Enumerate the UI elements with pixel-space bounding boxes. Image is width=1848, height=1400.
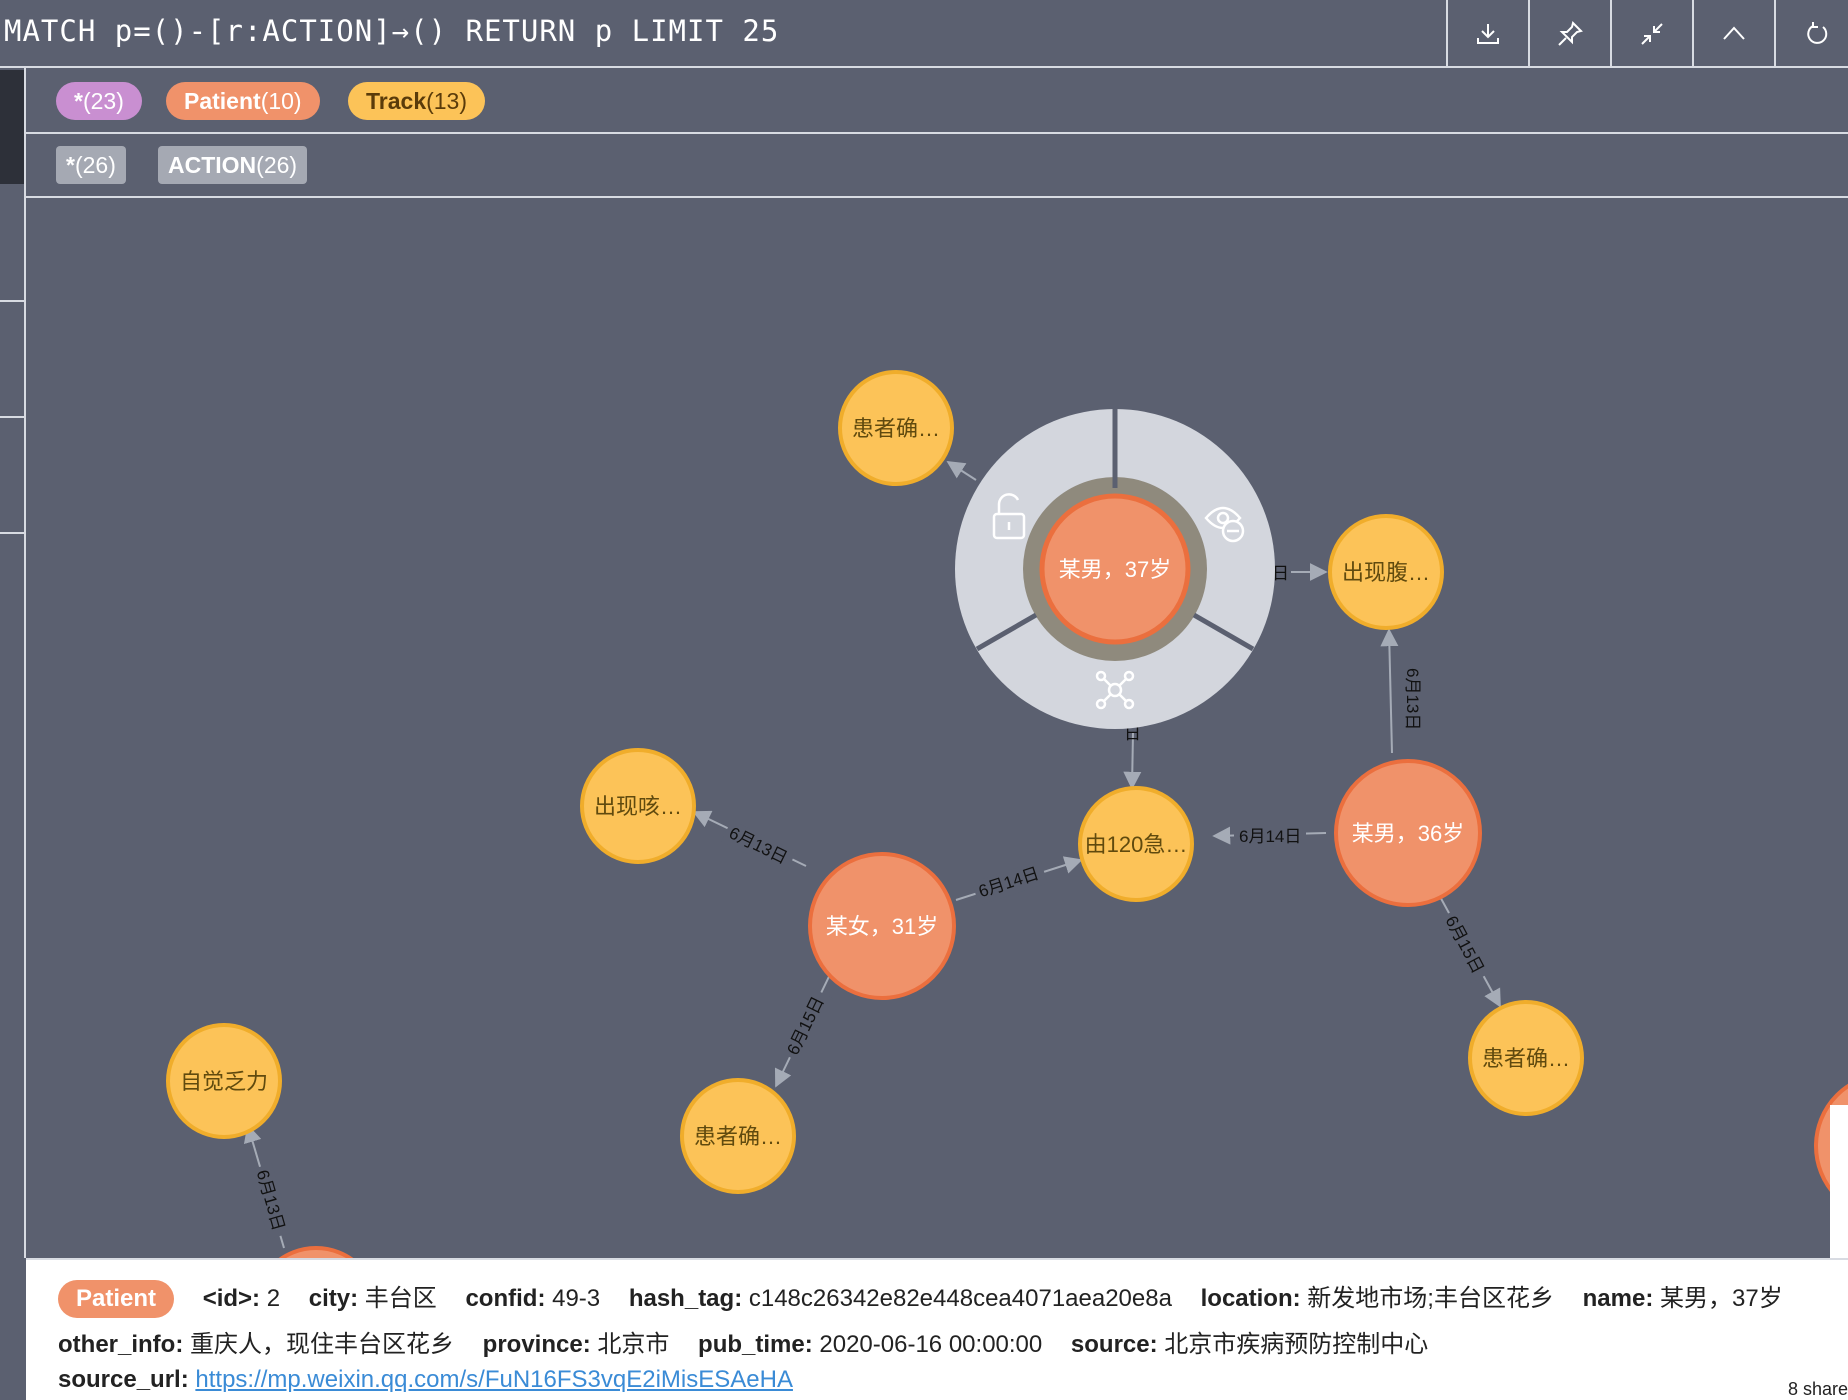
query-bar: MATCH p=()-[r:ACTION]→() RETURN p LIMIT … bbox=[0, 0, 1848, 68]
scroll-thumb[interactable] bbox=[1830, 1105, 1848, 1258]
svg-text:某男，36岁: 某男，36岁 bbox=[1352, 821, 1464, 846]
svg-text:患者确…: 患者确… bbox=[694, 1124, 782, 1149]
collapse-button[interactable] bbox=[1610, 0, 1692, 68]
graph-svg[interactable]: 6月13日 6月14日 6月15日 6月13日 6月14日 6月15日 6月13… bbox=[26, 198, 1848, 1258]
svg-text:患者确…: 患者确… bbox=[852, 416, 940, 441]
sidebar-active-tab[interactable] bbox=[0, 70, 24, 184]
edge-label: 6月14日 bbox=[1239, 827, 1301, 846]
label-pill-all[interactable]: *(23) bbox=[56, 82, 142, 120]
refresh-button[interactable] bbox=[1774, 0, 1848, 68]
chevron-up-icon bbox=[1723, 26, 1745, 40]
patient-node-p37[interactable]: 某男，37岁 bbox=[1039, 493, 1191, 645]
left-sidebar bbox=[0, 68, 26, 1258]
patient-node-partial-bottom[interactable] bbox=[254, 1246, 378, 1258]
share-text: 8 share bbox=[1787, 1379, 1848, 1399]
source-url-link[interactable]: https://mp.weixin.qq.com/s/FuN16FS3vqE2i… bbox=[195, 1366, 793, 1393]
track-node-t2[interactable]: 出现腹… bbox=[1328, 514, 1444, 630]
properties-panel: Patient <id>: 2 city: 丰台区 confid: 49-3 h… bbox=[26, 1258, 1848, 1400]
track-node-t7[interactable]: 自觉乏力 bbox=[166, 1023, 282, 1139]
track-node-t5[interactable]: 患者确… bbox=[680, 1078, 796, 1194]
track-node-t1[interactable]: 患者确… bbox=[838, 370, 954, 486]
download-icon bbox=[1477, 24, 1499, 44]
svg-text:自觉乏力: 自觉乏力 bbox=[180, 1069, 268, 1094]
svg-text:出现咳…: 出现咳… bbox=[594, 794, 682, 819]
edge-p37-t1[interactable] bbox=[946, 461, 977, 481]
svg-text:由120急…: 由120急… bbox=[1085, 832, 1188, 857]
properties-line-1: Patient <id>: 2 city: 丰台区 confid: 49-3 h… bbox=[58, 1278, 1805, 1318]
label-pill-patient[interactable]: Patient(10) bbox=[166, 82, 320, 120]
svg-text:出现腹…: 出现腹… bbox=[1342, 560, 1430, 585]
node-labels-row: *(23) Patient(10) Track(13) bbox=[26, 70, 1848, 134]
svg-text:某女，31岁: 某女，31岁 bbox=[826, 914, 938, 939]
pin-icon bbox=[1558, 21, 1583, 46]
relationship-types-row: *(26) ACTION(26) bbox=[26, 134, 1848, 198]
rel-tag-all[interactable]: *(26) bbox=[56, 146, 126, 184]
rel-tag-action[interactable]: ACTION(26) bbox=[158, 146, 308, 184]
refresh-icon bbox=[1807, 22, 1828, 44]
selected-label-pill[interactable]: Patient bbox=[58, 1280, 175, 1318]
graph-canvas[interactable]: 6月13日 6月14日 6月15日 6月13日 6月14日 6月15日 6月13… bbox=[26, 198, 1848, 1258]
patient-node-p36[interactable]: 某男，36岁 bbox=[1334, 759, 1482, 907]
properties-line-2: other_info: 重庆人，现住丰台区花乡 province: 北京市 pu… bbox=[58, 1331, 1429, 1358]
track-node-t3[interactable]: 由120急… bbox=[1078, 786, 1194, 902]
cypher-query[interactable]: MATCH p=()-[r:ACTION]→() RETURN p LIMIT … bbox=[4, 14, 779, 48]
svg-text:患者确…: 患者确… bbox=[1482, 1046, 1570, 1071]
patient-node-p31[interactable]: 某女，31岁 bbox=[808, 852, 956, 1000]
edge-p36-t2[interactable] bbox=[1380, 628, 1399, 754]
track-node-t4[interactable]: 出现咳… bbox=[580, 748, 696, 864]
download-button[interactable] bbox=[1446, 0, 1528, 68]
track-node-t6[interactable]: 患者确… bbox=[1468, 1000, 1584, 1116]
edge-label: 6月13日 bbox=[1403, 668, 1422, 730]
collapse-icon bbox=[1641, 23, 1663, 45]
label-pill-track[interactable]: Track(13) bbox=[348, 82, 486, 120]
properties-line-3: source_url: https://mp.weixin.qq.com/s/F… bbox=[58, 1366, 793, 1393]
scroll-up-button[interactable] bbox=[1692, 0, 1774, 68]
svg-text:某男，37岁: 某男，37岁 bbox=[1059, 557, 1171, 582]
pin-button[interactable] bbox=[1528, 0, 1610, 68]
